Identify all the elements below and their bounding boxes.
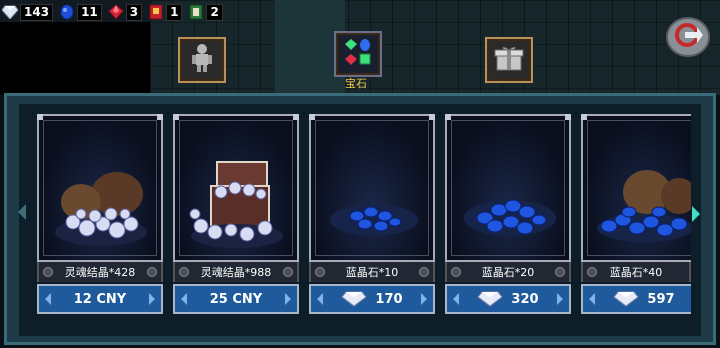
gems-icon [343, 37, 373, 71]
item-label-text: 蓝晶石*20 [481, 266, 535, 279]
tab-gems[interactable] [334, 31, 382, 77]
shop-item-sapphire-10[interactable]: 蓝晶石*10 170 [309, 114, 435, 320]
buy-button[interactable]: 25 CNY [173, 284, 299, 314]
sapphire-pile-medium-icon [453, 136, 567, 256]
shop-item-sapphire-40[interactable]: 蓝晶石*40 597 [581, 114, 691, 320]
soul-crystal-chest-icon [181, 136, 295, 256]
price-text: 597 [647, 291, 675, 307]
resource-ruby: 3 [108, 3, 143, 21]
ruby-count: 3 [125, 3, 143, 21]
background-void [0, 22, 150, 95]
soul-crystal-bag-icon [45, 136, 159, 256]
item-label: 灵魂结晶*988 [173, 262, 299, 282]
tab-gems-label: 宝石 [345, 77, 367, 90]
character-icon [190, 43, 214, 77]
item-frame [173, 114, 299, 262]
chevron-left-icon [181, 293, 187, 305]
item-frame [581, 114, 691, 262]
price-text: 25 CNY [209, 291, 263, 307]
price-text: 320 [511, 291, 539, 307]
chevron-left-icon [45, 293, 51, 305]
resource-sapphire: 11 [59, 3, 102, 21]
blue-sapphire-icon [59, 4, 75, 20]
gift-box-icon [494, 44, 524, 76]
tab-character[interactable] [178, 37, 226, 83]
green-card-icon [188, 4, 204, 20]
scroll-right-arrow[interactable] [692, 206, 700, 222]
chevron-right-icon [557, 293, 563, 305]
chevron-left-icon [317, 293, 323, 305]
tab-gift[interactable] [485, 37, 533, 83]
buy-button[interactable]: 12 CNY [37, 284, 163, 314]
buy-button[interactable]: 170 [309, 284, 435, 314]
chevron-left-icon [453, 293, 459, 305]
ticket-count: 1 [166, 3, 183, 21]
item-label: 灵魂结晶*428 [37, 262, 163, 282]
resource-card: 2 [188, 3, 223, 21]
item-label: 蓝晶石*10 [309, 262, 435, 282]
shop-item-soul-crystal-428[interactable]: 灵魂结晶*428 12 CNY [37, 114, 163, 320]
card-count: 2 [206, 3, 223, 21]
item-label-text: 蓝晶石*10 [345, 266, 399, 279]
diamond-currency-icon [613, 291, 640, 307]
item-label: 蓝晶石*40 [581, 262, 691, 282]
exit-arrow-icon [673, 23, 703, 51]
resource-diamond: 143 [2, 3, 54, 21]
red-ruby-icon [108, 4, 124, 20]
item-label-text: 蓝晶石*40 [609, 266, 663, 279]
exit-button[interactable] [666, 17, 710, 57]
chevron-right-icon [421, 293, 427, 305]
resource-ticket: 1 [148, 3, 183, 21]
item-frame [445, 114, 571, 262]
scroll-left-arrow[interactable] [18, 204, 26, 220]
sapphire-bag-icon [589, 136, 691, 256]
resource-bar: 143 11 3 1 2 [2, 3, 223, 21]
sapphire-pile-small-icon [317, 136, 431, 256]
item-frame [37, 114, 163, 262]
background-wall [150, 0, 720, 95]
diamond-currency-icon [477, 291, 504, 307]
buy-button[interactable]: 597 [581, 284, 691, 314]
price-text: 12 CNY [73, 291, 127, 307]
white-diamond-icon [2, 4, 18, 20]
chevron-left-icon [589, 293, 595, 305]
diamond-currency-icon [341, 291, 368, 307]
item-label-text: 灵魂结晶*428 [64, 266, 136, 279]
shop-item-soul-crystal-988[interactable]: 灵魂结晶*988 25 CNY [173, 114, 299, 320]
item-frame [309, 114, 435, 262]
shop-item-sapphire-20[interactable]: 蓝晶石*20 320 [445, 114, 571, 320]
item-label: 蓝晶石*20 [445, 262, 571, 282]
item-label-text: 灵魂结晶*988 [200, 266, 272, 279]
red-ticket-icon [148, 4, 164, 20]
chevron-right-icon [149, 293, 155, 305]
sapphire-count: 11 [77, 3, 102, 21]
chevron-right-icon [285, 293, 291, 305]
buy-button[interactable]: 320 [445, 284, 571, 314]
diamond-count: 143 [20, 3, 54, 21]
price-text: 170 [375, 291, 403, 307]
